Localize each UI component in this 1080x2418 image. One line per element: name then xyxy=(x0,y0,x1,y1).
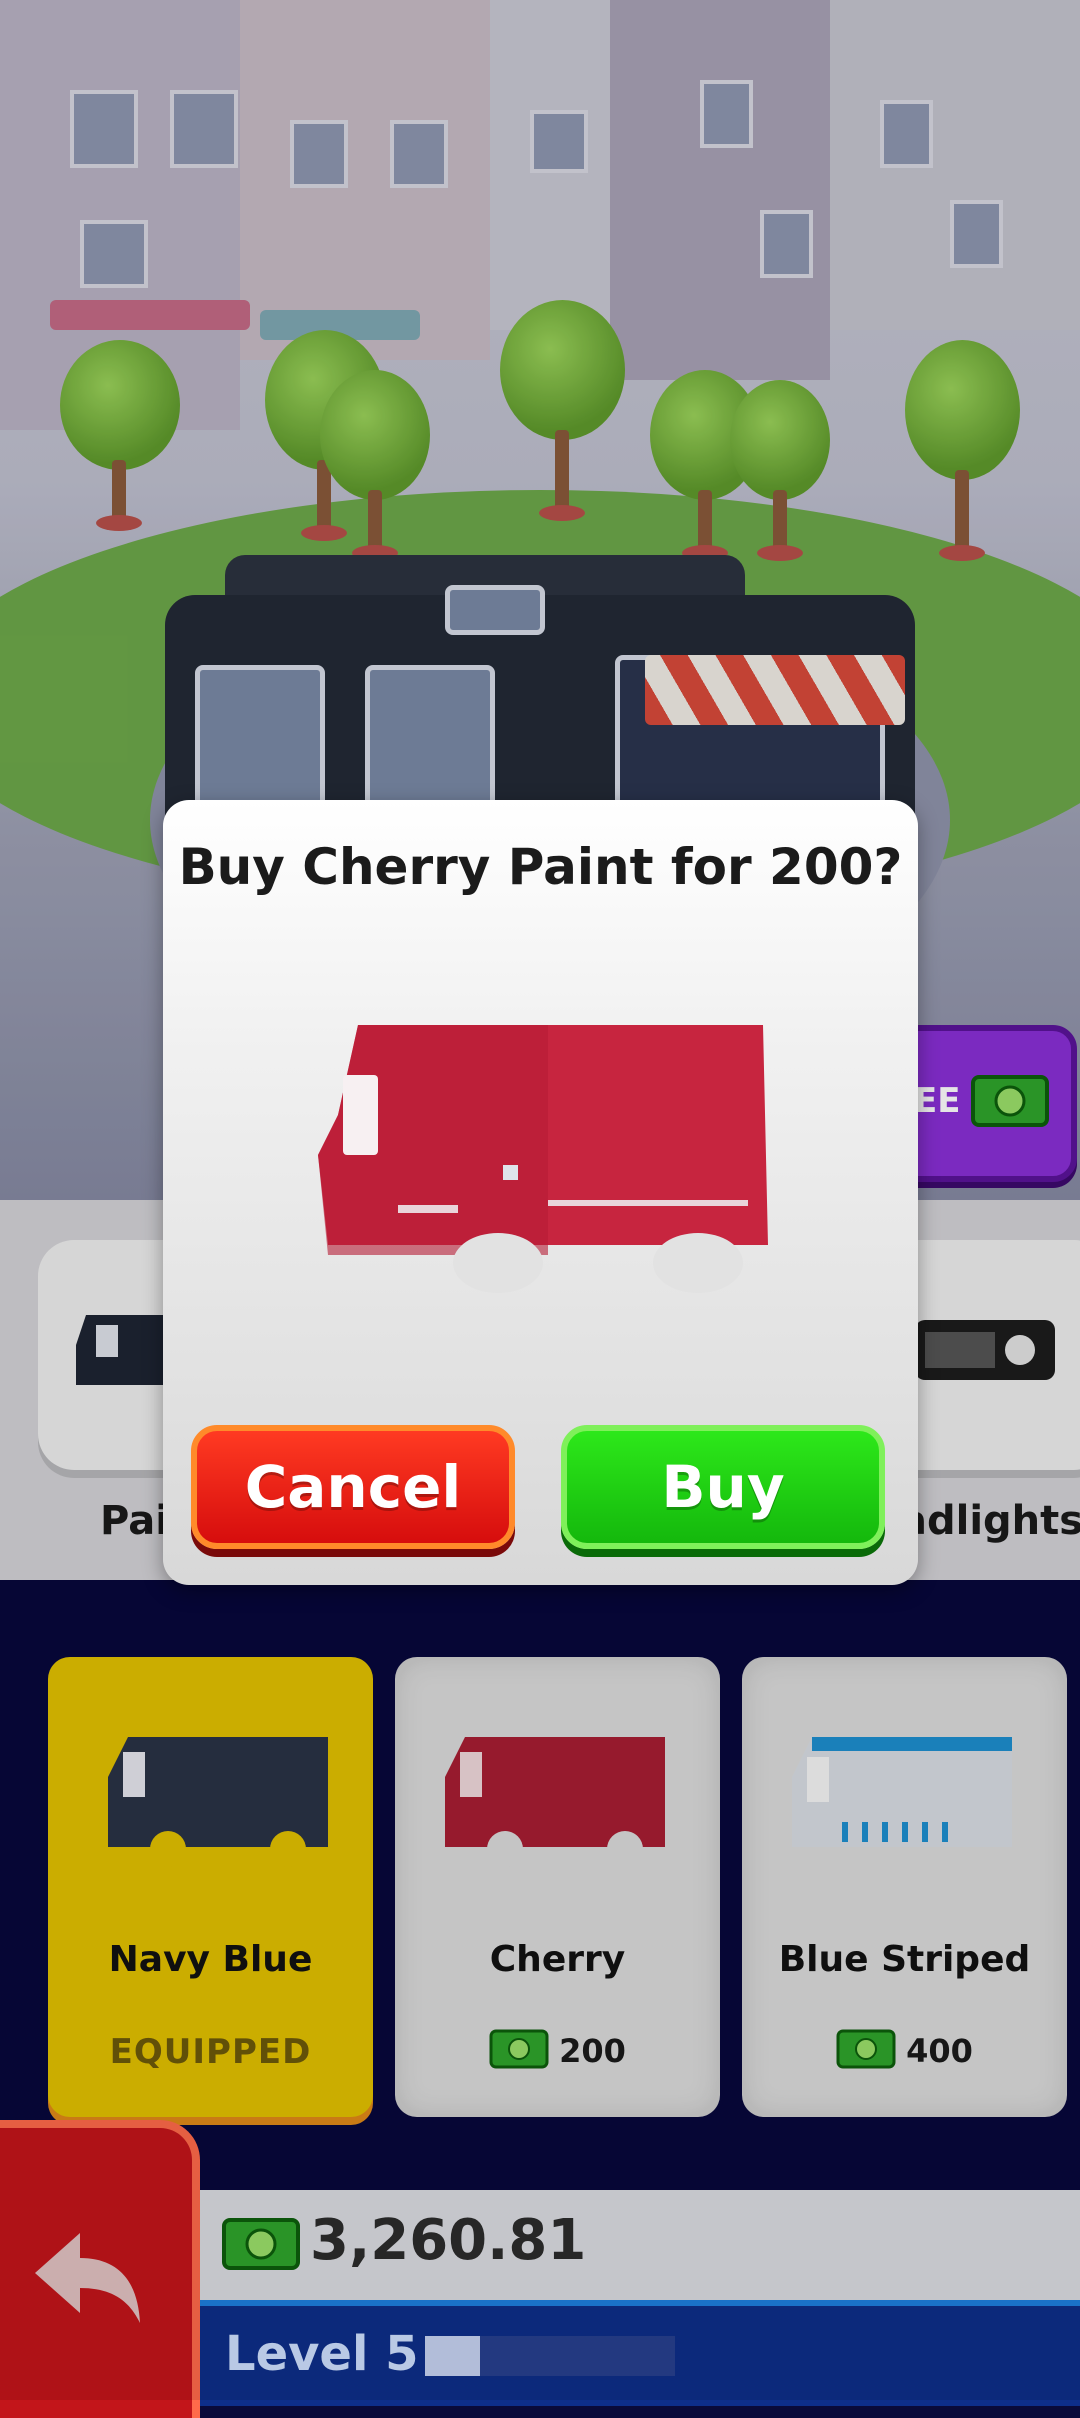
cherry-truck-preview xyxy=(298,1005,778,1305)
buy-button[interactable]: Buy xyxy=(561,1425,885,1549)
cancel-button[interactable]: Cancel xyxy=(191,1425,515,1549)
dialog-title: Buy Cherry Paint for 200? xyxy=(178,838,903,896)
purchase-confirm-dialog: Buy Cherry Paint for 200? Cancel Buy xyxy=(163,800,918,1585)
